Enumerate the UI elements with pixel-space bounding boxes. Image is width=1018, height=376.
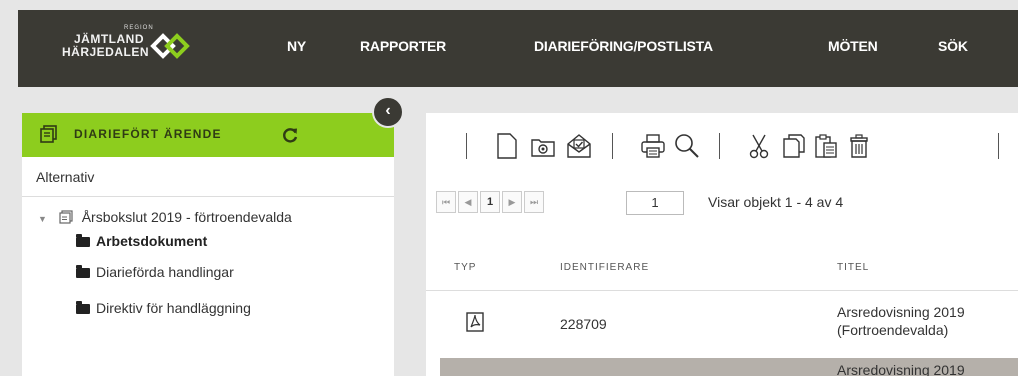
prev-page-button[interactable]: ◀ (458, 191, 478, 213)
tree-item-label: Direktiv för handläggning (96, 300, 251, 316)
tree-item-label: Diarieförda handlingar (96, 264, 234, 280)
row-identifier: 228709 (560, 316, 607, 332)
first-page-button[interactable]: ⏮ (436, 191, 456, 213)
logo-line2: HÄRJEDALEN (62, 45, 150, 59)
current-page-button[interactable]: 1 (480, 191, 500, 213)
next-page-icon: ▶ (508, 197, 516, 207)
tree-item-direktiv-for-handlaggning[interactable]: Direktiv för handläggning (76, 300, 251, 316)
paste-icon[interactable] (814, 133, 838, 159)
tree-root-item[interactable]: ▼ Årsbokslut 2019 - förtroendevalda (38, 209, 292, 225)
last-page-button[interactable]: ⏭ (524, 191, 544, 213)
first-page-icon: ⏮ (441, 197, 451, 207)
folder-icon (76, 234, 90, 247)
new-document-icon[interactable] (496, 133, 518, 159)
main-panel: ⏮ ◀ 1 ▶ ⏭ 1 Visar objekt 1 - 4 av 4 TYP … (426, 113, 1018, 376)
tree-root-label: Årsbokslut 2019 - förtroendevalda (81, 209, 292, 225)
cut-icon[interactable] (748, 133, 770, 159)
logo-mark-icon (150, 33, 190, 59)
column-header-titel[interactable]: TITEL (837, 262, 869, 273)
column-header-typ[interactable]: TYP (454, 262, 476, 273)
nav-ny[interactable]: NY (287, 38, 306, 54)
case-document-icon (59, 210, 73, 224)
print-icon[interactable] (640, 133, 666, 159)
sidebar-header: DIARIEFÖRT ÄRENDE (22, 113, 394, 157)
refresh-icon[interactable] (281, 126, 299, 144)
toolbar-separator (998, 133, 999, 159)
top-navigation-bar: REGION JÄMTLAND HÄRJEDALEN NY RAPPORTER … (18, 10, 1018, 87)
row-title-sub: (Fortroendevalda) (837, 322, 949, 338)
email-document-icon[interactable] (566, 133, 592, 159)
scan-folder-icon[interactable] (530, 133, 556, 159)
sidebar-alternativ[interactable]: Alternativ (22, 157, 394, 197)
folder-icon (76, 301, 90, 314)
nav-diarieforing-postlista[interactable]: DIARIEFÖRING/POSTLISTA (534, 38, 713, 54)
toolbar-separator (612, 133, 613, 159)
sidebar: DIARIEFÖRT ÄRENDE Alternativ ▼ Årsbokslu… (22, 113, 394, 376)
nav-moten[interactable]: MÖTEN (828, 38, 878, 54)
page-number-input[interactable]: 1 (626, 191, 684, 215)
column-header-identifierare[interactable]: IDENTIFIERARE (560, 262, 649, 273)
prev-page-icon: ◀ (464, 197, 472, 207)
folder-icon (76, 265, 90, 278)
table-header: TYP IDENTIFIERARE TITEL (426, 241, 1018, 291)
next-page-button[interactable]: ▶ (502, 191, 522, 213)
tree-item-label: Arbetsdokument (96, 233, 208, 249)
row-title: Arsredovisning 2019 (837, 362, 965, 376)
expand-arrow-icon[interactable]: ▼ (38, 214, 47, 224)
chevron-left-icon: ‹ (385, 102, 391, 119)
table-row[interactable]: Arsredovisning 2019 (440, 358, 1018, 376)
nav-rapporter[interactable]: RAPPORTER (360, 38, 446, 54)
collapse-sidebar-button[interactable]: ‹ (372, 96, 404, 128)
region-logo[interactable]: REGION JÄMTLAND HÄRJEDALEN (44, 20, 194, 75)
row-title: Arsredovisning 2019 (837, 304, 965, 320)
table-row[interactable]: 228709 Arsredovisning 2019 (Fortroendeva… (426, 292, 1018, 358)
page-info-text: Visar objekt 1 - 4 av 4 (708, 194, 844, 210)
pdf-file-icon (466, 312, 484, 332)
copy-icon[interactable] (782, 133, 806, 159)
sidebar-title: DIARIEFÖRT ÄRENDE (74, 127, 222, 141)
document-toolbar (426, 113, 1018, 173)
tree-item-arbetsdokument[interactable]: Arbetsdokument (76, 233, 207, 249)
tree-item-diarieforda-handlingar[interactable]: Diarieförda handlingar (76, 264, 234, 280)
search-preview-icon[interactable] (674, 133, 700, 159)
toolbar-separator (466, 133, 467, 159)
last-page-icon: ⏭ (529, 197, 539, 207)
nav-sok[interactable]: SÖK (938, 38, 968, 54)
delete-trash-icon[interactable] (848, 133, 870, 159)
toolbar-separator (719, 133, 720, 159)
logo-line1: JÄMTLAND (74, 32, 144, 46)
case-document-icon (40, 125, 57, 143)
